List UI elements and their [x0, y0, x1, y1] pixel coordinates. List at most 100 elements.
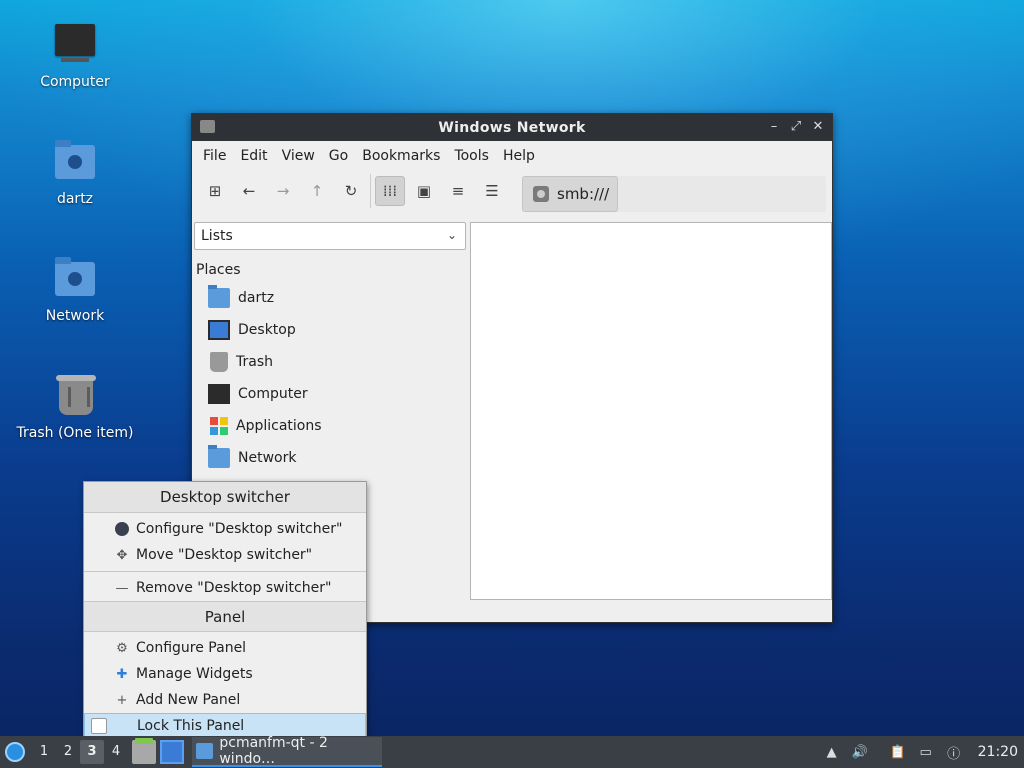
manage-widgets-item[interactable]: ✚ Manage Widgets — [84, 661, 366, 687]
file-manager-launcher-icon[interactable] — [132, 738, 156, 764]
system-tray: ▲ 🔊 📋 ▭ ⓘ 21:20 — [822, 736, 1024, 768]
puzzle-icon: ✚ — [116, 666, 128, 682]
toolbar-divider — [370, 174, 371, 208]
detailed-list-icon[interactable]: ☰ — [477, 176, 507, 206]
taskbar-window-button[interactable]: pcmanfm-qt - 2 windo… — [192, 735, 382, 767]
desktop-icon-home[interactable]: dartz — [10, 137, 140, 207]
reload-icon[interactable]: ↻ — [336, 176, 366, 206]
configure-panel-item[interactable]: ⚙ Configure Panel — [84, 635, 366, 661]
menu-file[interactable]: File — [196, 148, 233, 164]
place-label: Trash — [236, 354, 273, 370]
place-item-trash[interactable]: Trash — [208, 349, 273, 375]
toolbar: ⊞ ← → ↑ ↻ ⁞⁞⁞ ▣ ≡ ☰ smb:/// — [192, 171, 832, 212]
tray-expand-icon[interactable]: ▲ — [822, 742, 842, 762]
desktop-switch-4[interactable]: 4 — [104, 740, 128, 764]
path-crumb-label: smb:/// — [557, 185, 610, 203]
menu-item-label: Configure "Desktop switcher" — [136, 521, 343, 537]
clock[interactable]: 21:20 — [978, 744, 1018, 760]
lock-panel-checkbox[interactable] — [91, 718, 107, 734]
desktop-icon-computer[interactable]: Computer — [10, 20, 140, 90]
clipboard-icon[interactable]: 📋 — [888, 742, 908, 762]
up-icon[interactable]: ↑ — [302, 176, 332, 206]
place-label: dartz — [238, 290, 275, 306]
desktop-switch-3[interactable]: 3 — [80, 740, 104, 764]
applications-icon — [210, 417, 228, 435]
minimize-button[interactable]: – — [766, 118, 782, 136]
menubar: File Edit View Go Bookmarks Tools Help — [192, 141, 832, 171]
remove-applet-item[interactable]: — Remove "Desktop switcher" — [84, 575, 366, 601]
desktop-icon-trash[interactable]: Trash (One item) — [10, 371, 140, 441]
show-desktop-icon[interactable] — [160, 740, 184, 764]
menu-tools[interactable]: Tools — [447, 148, 496, 164]
path-crumb[interactable]: smb:/// — [522, 176, 618, 212]
updates-icon[interactable]: ⓘ — [944, 742, 964, 762]
place-item-network[interactable]: Network — [208, 445, 296, 471]
panel-context-menu: Desktop switcher Configure "Desktop swit… — [83, 481, 367, 739]
maximize-button[interactable]: ⤢ — [788, 118, 804, 136]
plus-icon: + — [116, 692, 128, 708]
lxqt-logo-icon — [5, 742, 25, 762]
computer-icon — [51, 20, 99, 68]
add-panel-item[interactable]: + Add New Panel — [84, 687, 366, 713]
move-applet-item[interactable]: ✥ Move "Desktop switcher" — [84, 542, 366, 568]
menu-bookmarks[interactable]: Bookmarks — [355, 148, 447, 164]
desktop-icon-network[interactable]: Network — [10, 254, 140, 324]
desktop-switch-2[interactable]: 2 — [56, 740, 80, 764]
desktop-icon-label: Trash (One item) — [16, 425, 134, 441]
window-titlebar[interactable]: Windows Network – ⤢ ✕ — [192, 114, 832, 141]
trash-icon — [51, 371, 99, 419]
configure-icon — [114, 521, 130, 537]
place-label: Computer — [238, 386, 308, 402]
menu-divider — [84, 571, 366, 572]
remove-icon: — — [115, 580, 129, 596]
drive-icon — [533, 186, 549, 202]
menu-item-label: Manage Widgets — [136, 666, 253, 682]
folder-icon — [200, 120, 215, 133]
menu-item-label: Remove "Desktop switcher" — [136, 580, 332, 596]
icon-view-icon[interactable]: ⁞⁞⁞ — [375, 176, 405, 206]
chevron-down-icon: ⌄ — [446, 228, 457, 242]
network-tray-icon[interactable]: ▭ — [916, 742, 936, 762]
folder-view[interactable] — [470, 222, 832, 600]
main-menu-button[interactable] — [0, 736, 30, 768]
menu-section-panel: Panel — [84, 601, 366, 632]
menu-help[interactable]: Help — [496, 148, 542, 164]
home-folder-icon — [208, 285, 230, 308]
move-icon: ✥ — [116, 547, 128, 563]
new-tab-icon[interactable]: ⊞ — [200, 176, 230, 206]
place-label: Desktop — [238, 322, 296, 338]
network-folder-icon — [51, 254, 99, 302]
menu-item-label: Move "Desktop switcher" — [136, 547, 313, 563]
trash-icon — [210, 352, 228, 372]
place-item-computer[interactable]: Computer — [208, 381, 308, 407]
menu-view[interactable]: View — [275, 148, 322, 164]
place-label: Network — [238, 450, 297, 466]
thumbnail-view-icon[interactable]: ▣ — [409, 176, 439, 206]
place-item-applications[interactable]: Applications — [208, 413, 322, 439]
volume-icon[interactable]: 🔊 — [850, 742, 870, 762]
forward-icon[interactable]: → — [268, 176, 298, 206]
address-bar[interactable]: smb:/// — [522, 176, 826, 212]
desktop-icon-label: Network — [45, 308, 105, 324]
place-item-desktop[interactable]: Desktop — [208, 317, 296, 343]
back-icon[interactable]: ← — [234, 176, 264, 206]
place-item-home[interactable]: dartz — [208, 285, 274, 311]
compact-view-icon[interactable]: ≡ — [443, 176, 473, 206]
desktop-icon-label: Computer — [40, 74, 110, 90]
desktop-switch-1[interactable]: 1 — [32, 740, 56, 764]
menu-go[interactable]: Go — [322, 148, 355, 164]
menu-edit[interactable]: Edit — [233, 148, 274, 164]
menu-item-label: Add New Panel — [136, 692, 241, 708]
side-pane-mode-value: Lists — [201, 228, 233, 244]
menu-item-label: Configure Panel — [136, 640, 247, 656]
window-title: Windows Network — [438, 119, 586, 136]
desktop-icon-label: dartz — [56, 191, 94, 207]
taskbar: 1 2 3 4 pcmanfm-qt - 2 windo… ▲ 🔊 📋 ▭ ⓘ … — [0, 735, 1024, 768]
place-label: Applications — [236, 418, 322, 434]
configure-applet-item[interactable]: Configure "Desktop switcher" — [84, 516, 366, 542]
side-pane-mode-select[interactable]: Lists ⌄ — [194, 222, 466, 250]
desktop-icon — [208, 320, 230, 340]
close-button[interactable]: ✕ — [810, 118, 826, 136]
places-heading: Places — [196, 262, 241, 278]
taskbar-window-label: pcmanfm-qt - 2 windo… — [219, 735, 328, 767]
